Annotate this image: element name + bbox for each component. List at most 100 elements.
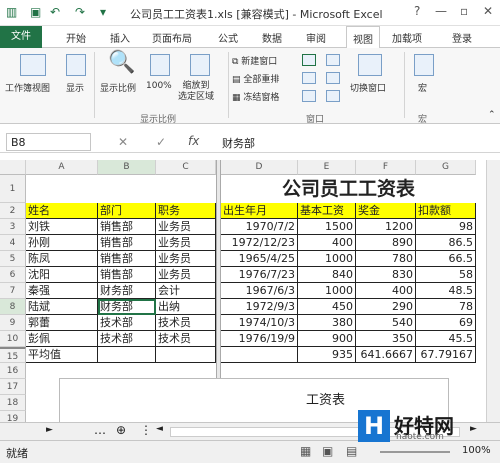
table-cell[interactable]: 财务部 [98, 299, 156, 315]
table-cell[interactable]: 技术部 [98, 315, 156, 331]
table-cell[interactable]: 780 [356, 251, 416, 267]
tab-file[interactable]: 文件 [0, 26, 42, 48]
table-cell[interactable]: 900 [298, 331, 356, 347]
table-cell[interactable]: 1965/4/25 [221, 251, 298, 267]
sheet-options-icon[interactable]: ⋮ [140, 423, 152, 437]
tab-view[interactable]: 视图 [346, 26, 380, 48]
cancel-icon[interactable]: ✕ [118, 135, 128, 149]
row-header[interactable]: 15 [0, 347, 26, 363]
table-cell[interactable]: 1972/9/3 [221, 299, 298, 315]
table-cell[interactable]: 1200 [356, 219, 416, 235]
table-cell[interactable]: 平均值 [26, 347, 98, 363]
side-by-side-icon[interactable] [326, 54, 340, 66]
login-link[interactable]: 登录 [452, 30, 472, 45]
table-cell[interactable]: 98 [416, 219, 476, 235]
row-header[interactable]: 19 [0, 411, 26, 422]
table-cell[interactable]: 销售部 [98, 219, 156, 235]
switch-window-button[interactable]: 切换窗口 [350, 81, 386, 94]
table-cell[interactable]: 业务员 [156, 219, 216, 235]
column-header[interactable]: A [26, 160, 98, 175]
undo-icon[interactable]: ↶ [50, 5, 60, 19]
column-header[interactable]: G [416, 160, 476, 175]
normal-view-icon[interactable]: ▦ [300, 444, 311, 458]
save-icon[interactable]: ▣ [30, 5, 41, 19]
table-cell[interactable]: 48.5 [416, 283, 476, 299]
vertical-scrollbar[interactable] [486, 160, 500, 422]
table-cell[interactable]: 职务 [156, 203, 216, 219]
new-window-button[interactable]: ⧉ 新建窗口 [232, 54, 277, 67]
table-cell[interactable]: 1970/7/2 [221, 219, 298, 235]
table-cell[interactable]: 业务员 [156, 267, 216, 283]
row-header[interactable]: 3 [0, 219, 26, 235]
table-cell[interactable]: 1500 [298, 219, 356, 235]
table-cell[interactable]: 1000 [298, 251, 356, 267]
hscroll-right-icon[interactable]: ► [470, 424, 477, 434]
table-cell[interactable]: 45.5 [416, 331, 476, 347]
table-cell[interactable]: 秦强 [26, 283, 98, 299]
table-cell[interactable]: 830 [356, 267, 416, 283]
chart-area[interactable]: 工资表 [59, 378, 449, 426]
table-cell[interactable]: 基本工资 [298, 203, 356, 219]
table-cell[interactable]: 出生年月 [221, 203, 298, 219]
hide-icon[interactable] [302, 72, 316, 84]
page-break-view-icon[interactable]: ▤ [346, 444, 357, 458]
table-cell[interactable]: 技术员 [156, 331, 216, 347]
tab-review[interactable]: 审阅 [306, 30, 326, 45]
workbook-views-button[interactable]: 工作簿视图 [5, 81, 50, 94]
arrange-all-button[interactable]: ▤ 全部重排 [232, 72, 279, 85]
row-header[interactable]: 2 [0, 203, 26, 219]
table-cell[interactable]: 840 [298, 267, 356, 283]
table-cell[interactable]: 935 [298, 347, 356, 363]
column-header[interactable]: D [221, 160, 298, 175]
row-header[interactable]: 17 [0, 379, 26, 395]
table-cell[interactable]: 890 [356, 235, 416, 251]
row-header[interactable]: 8 [0, 299, 26, 315]
table-cell[interactable]: 技术部 [98, 331, 156, 347]
enter-icon[interactable]: ✓ [156, 135, 166, 149]
table-cell[interactable]: 出纳 [156, 299, 216, 315]
collapse-ribbon-icon[interactable]: ⌃ [488, 110, 496, 120]
table-cell[interactable]: 销售部 [98, 251, 156, 267]
table-cell[interactable]: 380 [298, 315, 356, 331]
table-cell[interactable]: 1967/6/3 [221, 283, 298, 299]
table-cell[interactable]: 540 [356, 315, 416, 331]
table-cell[interactable]: 部门 [98, 203, 156, 219]
table-cell[interactable]: 财务部 [98, 283, 156, 299]
qat-more-icon[interactable]: ▾ [100, 5, 106, 19]
row-header[interactable]: 10 [0, 331, 26, 347]
table-cell[interactable]: 姓名 [26, 203, 98, 219]
row-header[interactable]: 9 [0, 315, 26, 331]
unhide-icon[interactable] [302, 90, 316, 102]
row-header[interactable]: 4 [0, 235, 26, 251]
table-cell[interactable]: 641.6667 [356, 347, 416, 363]
close-button[interactable]: ✕ [483, 4, 493, 18]
table-cell[interactable]: 400 [356, 283, 416, 299]
table-cell[interactable]: 刘铁 [26, 219, 98, 235]
table-cell[interactable]: 孙刚 [26, 235, 98, 251]
table-cell[interactable]: 450 [298, 299, 356, 315]
table-cell[interactable]: 彭佩 [26, 331, 98, 347]
row-header[interactable]: 5 [0, 251, 26, 267]
split-icon[interactable] [302, 54, 316, 66]
formula-input[interactable]: 财务部 [222, 135, 255, 151]
table-cell[interactable]: 奖金 [356, 203, 416, 219]
table-cell[interactable]: 业务员 [156, 251, 216, 267]
zoom-button[interactable]: 显示比例 [100, 81, 136, 94]
minimize-button[interactable]: — [435, 4, 447, 18]
sync-scroll-icon[interactable] [326, 72, 340, 84]
macro-button[interactable]: 宏 [418, 81, 427, 94]
zoom-level[interactable]: 100% [462, 445, 491, 456]
table-cell[interactable]: 1000 [298, 283, 356, 299]
sheet-next-icon[interactable]: ► [46, 425, 53, 435]
table-cell[interactable]: 86.5 [416, 235, 476, 251]
table-cell[interactable]: 陈凤 [26, 251, 98, 267]
new-sheet-icon[interactable]: ⊕ [116, 423, 126, 437]
table-cell[interactable]: 350 [356, 331, 416, 347]
row-header[interactable]: 1 [0, 175, 26, 203]
column-header[interactable]: F [356, 160, 416, 175]
table-cell[interactable]: 1972/12/23 [221, 235, 298, 251]
tab-insert[interactable]: 插入 [110, 30, 130, 45]
table-cell[interactable]: 66.5 [416, 251, 476, 267]
table-cell[interactable]: 1976/19/9 [221, 331, 298, 347]
tab-addins[interactable]: 加载项 [392, 30, 422, 45]
